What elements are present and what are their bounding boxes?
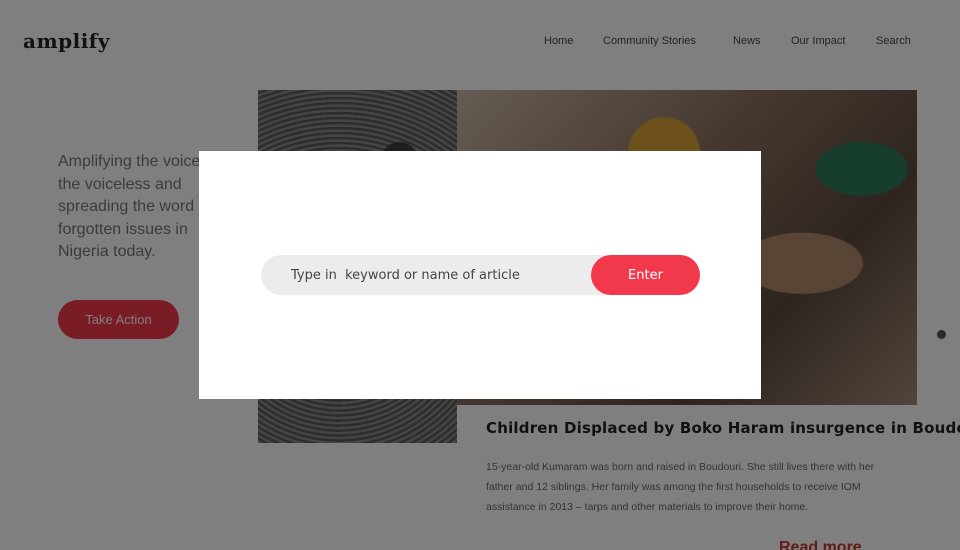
search-input[interactable] [261,255,591,295]
page: amplify Home Community Stories News Our … [0,0,960,550]
search-modal: Enter [199,151,761,399]
enter-button[interactable]: Enter [591,255,700,295]
search-bar: Enter [261,255,700,295]
